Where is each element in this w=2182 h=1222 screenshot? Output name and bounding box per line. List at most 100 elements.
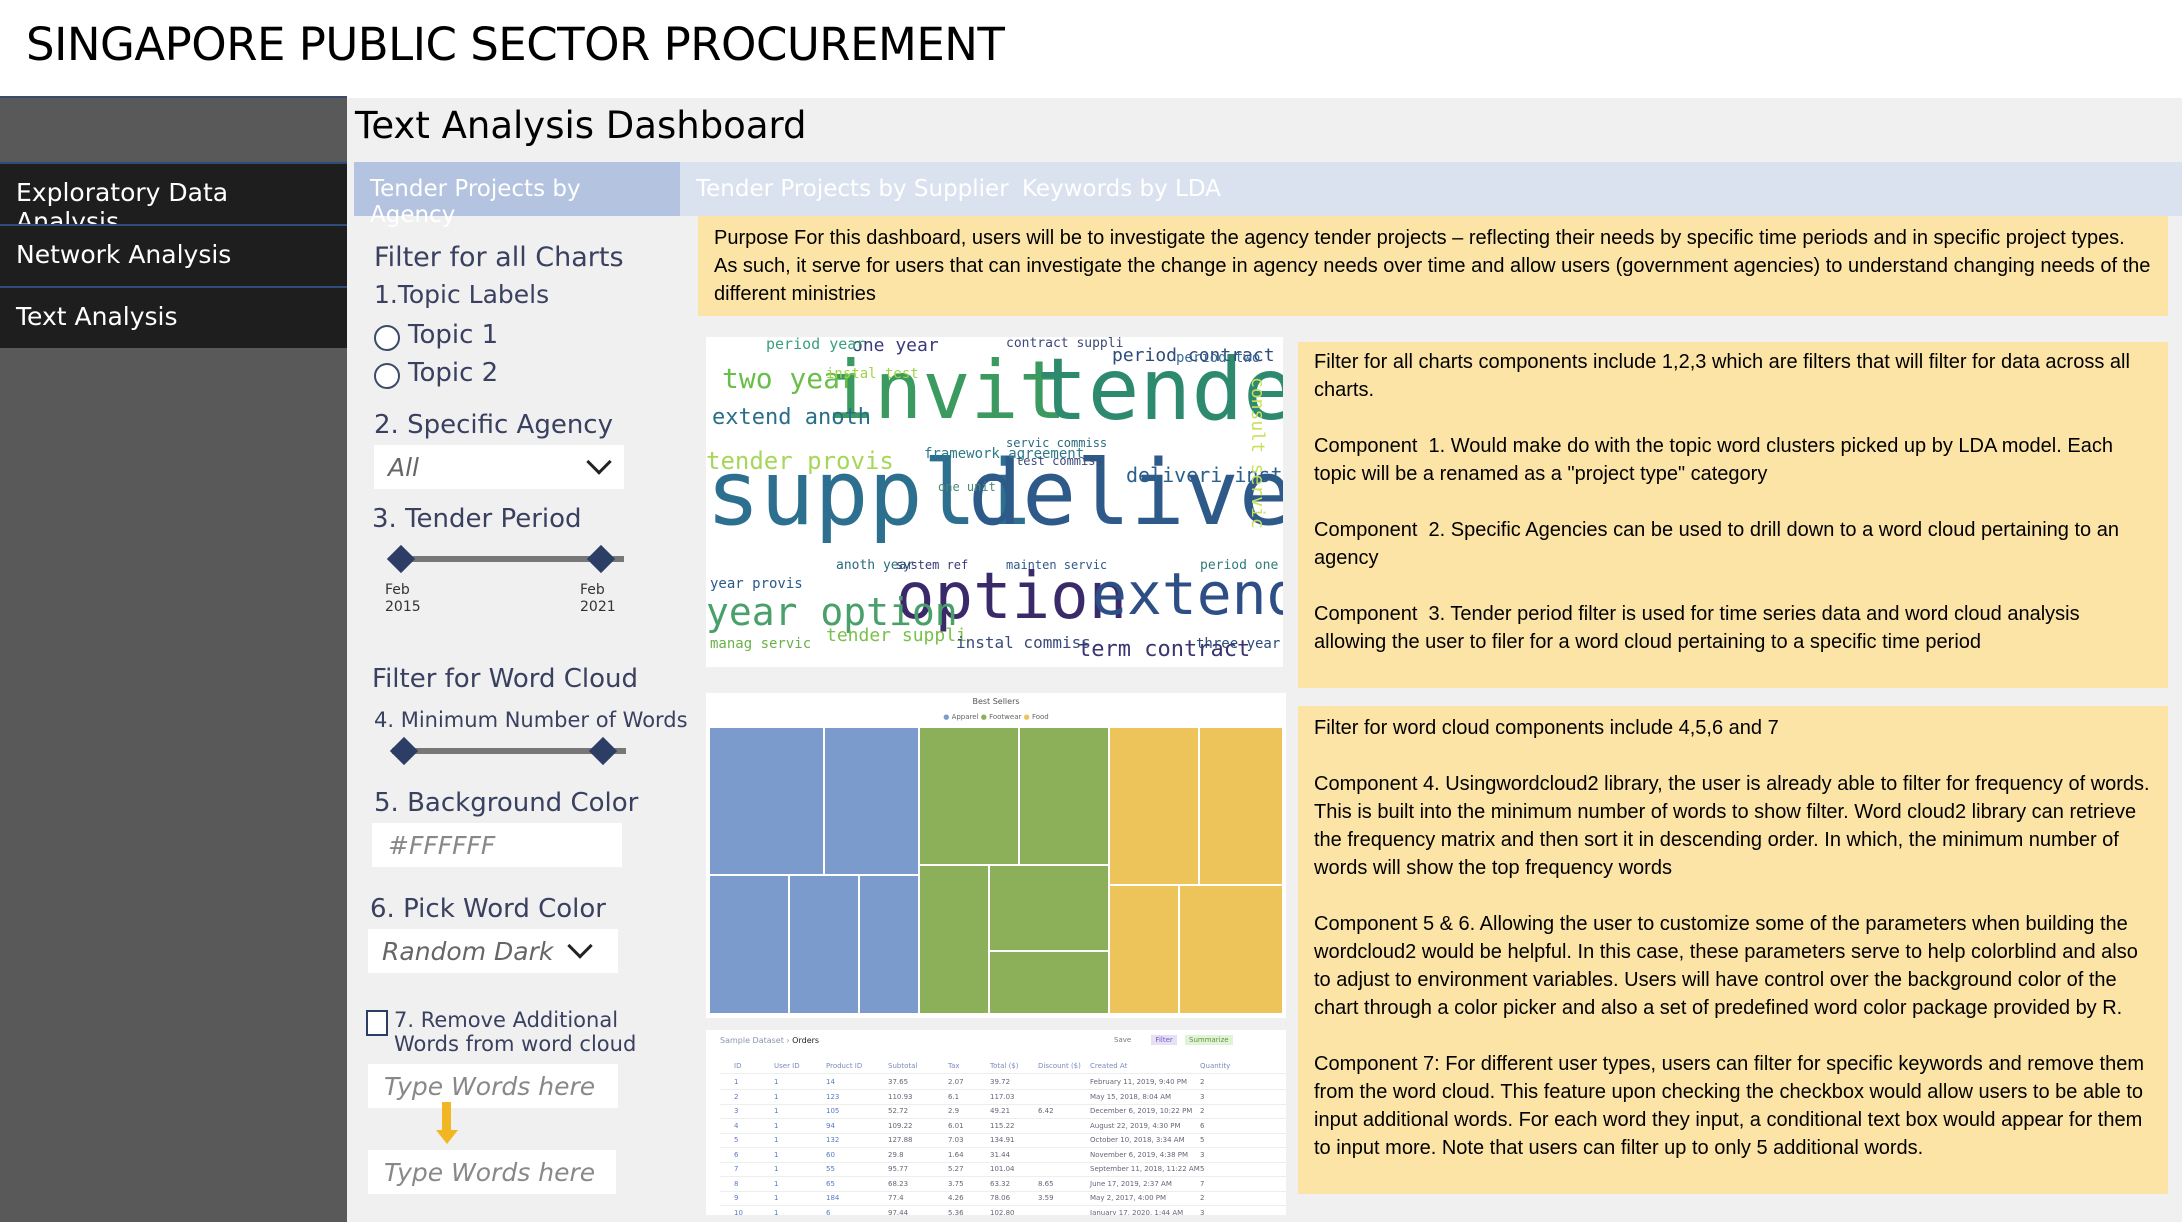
table-cell: 5 bbox=[734, 1136, 739, 1144]
remove-words-label: 7. Remove Additional Words from word clou… bbox=[394, 1008, 637, 1056]
table-row[interactable]: 10 1 6 97.44 5.36 102.80 January 17, 2020, 1:4… bbox=[720, 1205, 1286, 1216]
table-cell: 78.06 bbox=[990, 1194, 1011, 1202]
treemap-cell[interactable] bbox=[920, 728, 1018, 864]
word-cloud-word: period one bbox=[1200, 558, 1279, 573]
table-cell: 2 bbox=[1200, 1078, 1205, 1086]
treemap-chart[interactable]: Best Sellers ● Apparel ● Footwear ● Food bbox=[706, 693, 1286, 1018]
table-cell: November 6, 2019, 4:38 PM bbox=[1090, 1150, 1189, 1159]
table-header-cell[interactable]: User ID bbox=[774, 1062, 800, 1070]
table-header-cell[interactable]: Subtotal bbox=[888, 1062, 917, 1070]
sidebar-item-exploratory-data-analysis[interactable]: Exploratory Data Analysis bbox=[0, 162, 347, 236]
table-cell: 1 bbox=[774, 1078, 779, 1086]
table-cell: 101.04 bbox=[990, 1165, 1015, 1173]
word-cloud-word: system ref bbox=[896, 558, 969, 572]
sidebar-item-text-analysis[interactable]: Text Analysis bbox=[0, 286, 347, 348]
treemap-cell[interactable] bbox=[860, 876, 918, 1013]
table-header-cell[interactable]: Created At bbox=[1090, 1062, 1127, 1070]
table-header-cell[interactable]: Quantity bbox=[1200, 1062, 1230, 1070]
agency-select[interactable]: All bbox=[374, 445, 624, 489]
table-cell: May 15, 2018, 8:04 AM bbox=[1090, 1092, 1172, 1101]
table-cell: June 17, 2019, 2:37 AM bbox=[1090, 1179, 1172, 1188]
treemap-cell[interactable] bbox=[790, 876, 858, 1013]
word-cloud-word: instal commiss bbox=[956, 633, 1091, 652]
table-cell: 1 bbox=[774, 1092, 779, 1101]
treemap-cell[interactable] bbox=[710, 876, 788, 1013]
treemap-cell[interactable] bbox=[990, 952, 1108, 1013]
table-header-cell[interactable]: Product ID bbox=[826, 1062, 862, 1070]
table-cell: 97.44 bbox=[888, 1208, 909, 1216]
table-cell: 1 bbox=[774, 1107, 779, 1115]
treemap-cell[interactable] bbox=[1020, 728, 1108, 864]
tab-tender-projects-by-supplier[interactable]: Tender Projects by Supplier bbox=[680, 162, 1025, 216]
table-cell: 1 bbox=[774, 1136, 779, 1144]
table-cell: 6.01 bbox=[948, 1121, 964, 1130]
table-cell: February 11, 2019, 9:40 PM bbox=[1090, 1078, 1188, 1086]
treemap-cell[interactable] bbox=[1110, 886, 1178, 1013]
topic-1-label: Topic 1 bbox=[408, 320, 499, 350]
table-cell: 5.27 bbox=[948, 1165, 964, 1173]
table-cell: May 2, 2017, 4:00 PM bbox=[1090, 1194, 1167, 1202]
topic-2-radio[interactable] bbox=[374, 363, 400, 389]
table-cell: 6.1 bbox=[948, 1092, 960, 1101]
table-cell: 29.8 bbox=[888, 1150, 904, 1159]
table-header-cell[interactable]: ID bbox=[734, 1062, 741, 1070]
table-cell: 10 bbox=[734, 1208, 743, 1216]
word-cloud-word: extend bbox=[1092, 560, 1283, 628]
table-cell: 109.22 bbox=[888, 1121, 913, 1130]
word-cloud-note: Filter for word cloud components include… bbox=[1298, 706, 2168, 1194]
table-cell: 2 bbox=[734, 1092, 739, 1101]
save-button[interactable]: Save bbox=[1114, 1036, 1131, 1044]
table-cell: 3 bbox=[734, 1107, 739, 1115]
tender-period-label: 3. Tender Period bbox=[372, 504, 582, 534]
remove-word-input-1[interactable]: Type Words here bbox=[368, 1064, 618, 1108]
treemap-cell[interactable] bbox=[825, 728, 918, 874]
table-cell: 184 bbox=[826, 1194, 840, 1202]
all-charts-note: Filter for all charts components include… bbox=[1298, 342, 2168, 688]
word-cloud-word: manag servic bbox=[710, 636, 812, 652]
remove-words-checkbox[interactable] bbox=[366, 1010, 388, 1036]
word-color-select[interactable]: Random Dark bbox=[368, 929, 618, 973]
purpose-note: Purpose For this dashboard, users will b… bbox=[698, 216, 2168, 316]
table-actions: Save Filter Summarize bbox=[1114, 1035, 1233, 1045]
table-cell: August 22, 2019, 4:30 PM bbox=[1090, 1121, 1181, 1130]
tab-tender-projects-by-agency[interactable]: Tender Projects by Agency bbox=[354, 162, 680, 228]
breadcrumb-orders[interactable]: Orders bbox=[792, 1036, 819, 1045]
table-cell: 1 bbox=[774, 1208, 779, 1216]
treemap-cell[interactable] bbox=[1200, 728, 1282, 884]
table-header-cell[interactable]: Discount ($) bbox=[1038, 1062, 1081, 1070]
specific-agency-label: 2. Specific Agency bbox=[374, 410, 613, 440]
sidebar-item-network-analysis[interactable]: Network Analysis bbox=[0, 224, 347, 286]
topic-1-radio[interactable] bbox=[374, 325, 400, 351]
word-cloud-word: servic commiss bbox=[1006, 436, 1108, 450]
breadcrumb-dataset[interactable]: Sample Dataset bbox=[720, 1036, 784, 1045]
table-cell: 8 bbox=[734, 1179, 739, 1188]
table-cell: 65 bbox=[826, 1179, 835, 1188]
summarize-button[interactable]: Summarize bbox=[1185, 1035, 1233, 1045]
treemap-cell[interactable] bbox=[1180, 886, 1282, 1013]
table-cell: 4.26 bbox=[948, 1194, 964, 1202]
filter-button[interactable]: Filter bbox=[1151, 1035, 1177, 1045]
table-cell: October 10, 2018, 3:34 AM bbox=[1090, 1136, 1185, 1144]
table-cell: 134.91 bbox=[990, 1136, 1015, 1144]
table-header-cell[interactable]: Total ($) bbox=[990, 1062, 1019, 1070]
treemap-cell[interactable] bbox=[1110, 728, 1198, 884]
word-cloud-word: test commiss bbox=[1016, 454, 1103, 468]
table-cell: 55 bbox=[826, 1165, 835, 1173]
tab-keywords-by-lda[interactable]: Keywords by LDA bbox=[1006, 162, 1237, 216]
background-color-label: 5. Background Color bbox=[374, 788, 639, 818]
table-cell: 5.36 bbox=[948, 1208, 964, 1216]
background-color-input[interactable]: #FFFFFF bbox=[372, 823, 622, 867]
remove-word-input-2[interactable]: Type Words here bbox=[368, 1150, 616, 1194]
sample-table-panel: Sample Dataset › Orders Save Filter Summ… bbox=[706, 1030, 1286, 1215]
word-cloud[interactable]: invittendersupplideliverioptionextendyea… bbox=[706, 337, 1283, 667]
table-cell: 8.65 bbox=[1038, 1179, 1054, 1188]
treemap-cell[interactable] bbox=[920, 866, 988, 1013]
table-cell: 1 bbox=[774, 1150, 779, 1159]
topic-labels-label: 1.Topic Labels bbox=[374, 280, 550, 309]
table-header-cell[interactable]: Tax bbox=[948, 1062, 960, 1070]
table-cell: 63.32 bbox=[990, 1179, 1011, 1188]
treemap-cell[interactable] bbox=[990, 866, 1108, 950]
treemap-cell[interactable] bbox=[710, 728, 823, 874]
word-cloud-word: three year bbox=[1196, 636, 1281, 652]
table-cell: 117.03 bbox=[990, 1092, 1015, 1101]
